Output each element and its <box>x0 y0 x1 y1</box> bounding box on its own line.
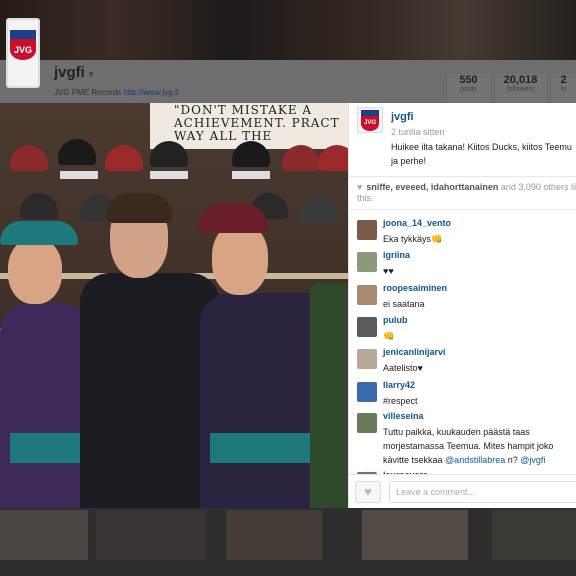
likes-summary: ♥ sniffe, eveeed, idahorttanainen and 3,0… <box>357 182 576 204</box>
comment-text: ♥♥ <box>383 266 394 276</box>
comment-text: #respect <box>383 396 418 406</box>
commenter-username[interactable]: jenicanlinijarvi <box>383 347 446 357</box>
comments-list[interactable]: joona_14_vento Eka tykkäys👊 igriina ♥♥ r… <box>349 216 576 474</box>
comment-mention[interactable]: @jvgfi <box>520 455 545 465</box>
commenter-avatar[interactable] <box>357 413 377 433</box>
commenter-avatar[interactable] <box>357 285 377 305</box>
comment-text: Eka tykkäys👊 <box>383 234 443 244</box>
grid-thumbnail[interactable] <box>492 510 576 560</box>
post-details-panel: JVG jvgfi 2 tuntia sitten Huikee ilta ta… <box>348 103 576 508</box>
bio-text: JVG PME Records <box>54 88 122 97</box>
commenter-avatar[interactable] <box>357 317 377 337</box>
likers-names[interactable]: sniffe, eveeed, idahorttanainen <box>366 182 498 192</box>
profile-username: jvgfi ▾ <box>54 64 94 81</box>
post-avatar[interactable]: JVG <box>357 107 383 133</box>
profile-bio: JVG PME Records http://www.jvg.fi <box>54 88 179 97</box>
commenter-username[interactable]: llarry42 <box>383 380 415 390</box>
chevron-down-icon[interactable]: ▾ <box>89 69 94 79</box>
comment-text: Tuttu paikka, kuukauden päästä taas morj… <box>383 427 554 465</box>
heart-icon: ♥ <box>357 182 363 192</box>
comment-text: Aatelisto♥ <box>383 363 423 373</box>
comment-text: 👊 <box>383 331 395 341</box>
grid-thumbnail[interactable] <box>362 510 468 560</box>
commenter-avatar[interactable] <box>357 349 377 369</box>
comment-mention[interactable]: @andstillabrea <box>445 455 505 465</box>
commenter-username[interactable]: roopesaiminen <box>383 283 447 293</box>
commenter-username[interactable]: igriina <box>383 250 410 260</box>
post-caption: Huikee ilta takana! Kiitos Ducks, kiitos… <box>391 142 572 166</box>
stat-following[interactable]: 2 fo <box>550 74 576 104</box>
grid-thumbnail[interactable] <box>0 510 88 560</box>
comment-text: ei saatana <box>383 299 425 309</box>
jvg-logo-icon: JVG <box>361 109 379 131</box>
profile-avatar[interactable]: JVG <box>6 18 40 88</box>
commenter-username[interactable]: pulub <box>383 315 408 325</box>
post-photo: "DON'T MISTAKE A ACHIEVEMENT. PRACT WAY … <box>0 103 348 508</box>
bio-link[interactable]: http://www.jvg.fi <box>123 88 179 97</box>
stat-followers[interactable]: 20,018 followers <box>494 74 546 104</box>
comment-input[interactable] <box>389 481 576 503</box>
commenter-username[interactable]: joona_14_vento <box>383 218 451 228</box>
grid-thumbnail[interactable] <box>226 510 322 560</box>
commenter-avatar[interactable] <box>357 382 377 402</box>
heart-icon[interactable]: ♥ <box>355 481 381 503</box>
profile-cover-photo <box>0 0 576 60</box>
stat-posts[interactable]: 550 posts <box>446 74 490 104</box>
grid-thumbnail[interactable] <box>96 510 206 560</box>
commenter-avatar[interactable] <box>357 220 377 240</box>
comment-bar: ♥ <box>349 474 576 508</box>
jvg-logo-icon: JVG <box>10 30 36 60</box>
commenter-username[interactable]: villeseina <box>383 411 424 421</box>
post-username[interactable]: jvgfi <box>391 111 414 123</box>
commenter-avatar[interactable] <box>357 252 377 272</box>
post-header: JVG jvgfi 2 tuntia sitten Huikee ilta ta… <box>349 103 576 175</box>
post-timestamp: 2 tuntia sitten <box>391 127 445 137</box>
